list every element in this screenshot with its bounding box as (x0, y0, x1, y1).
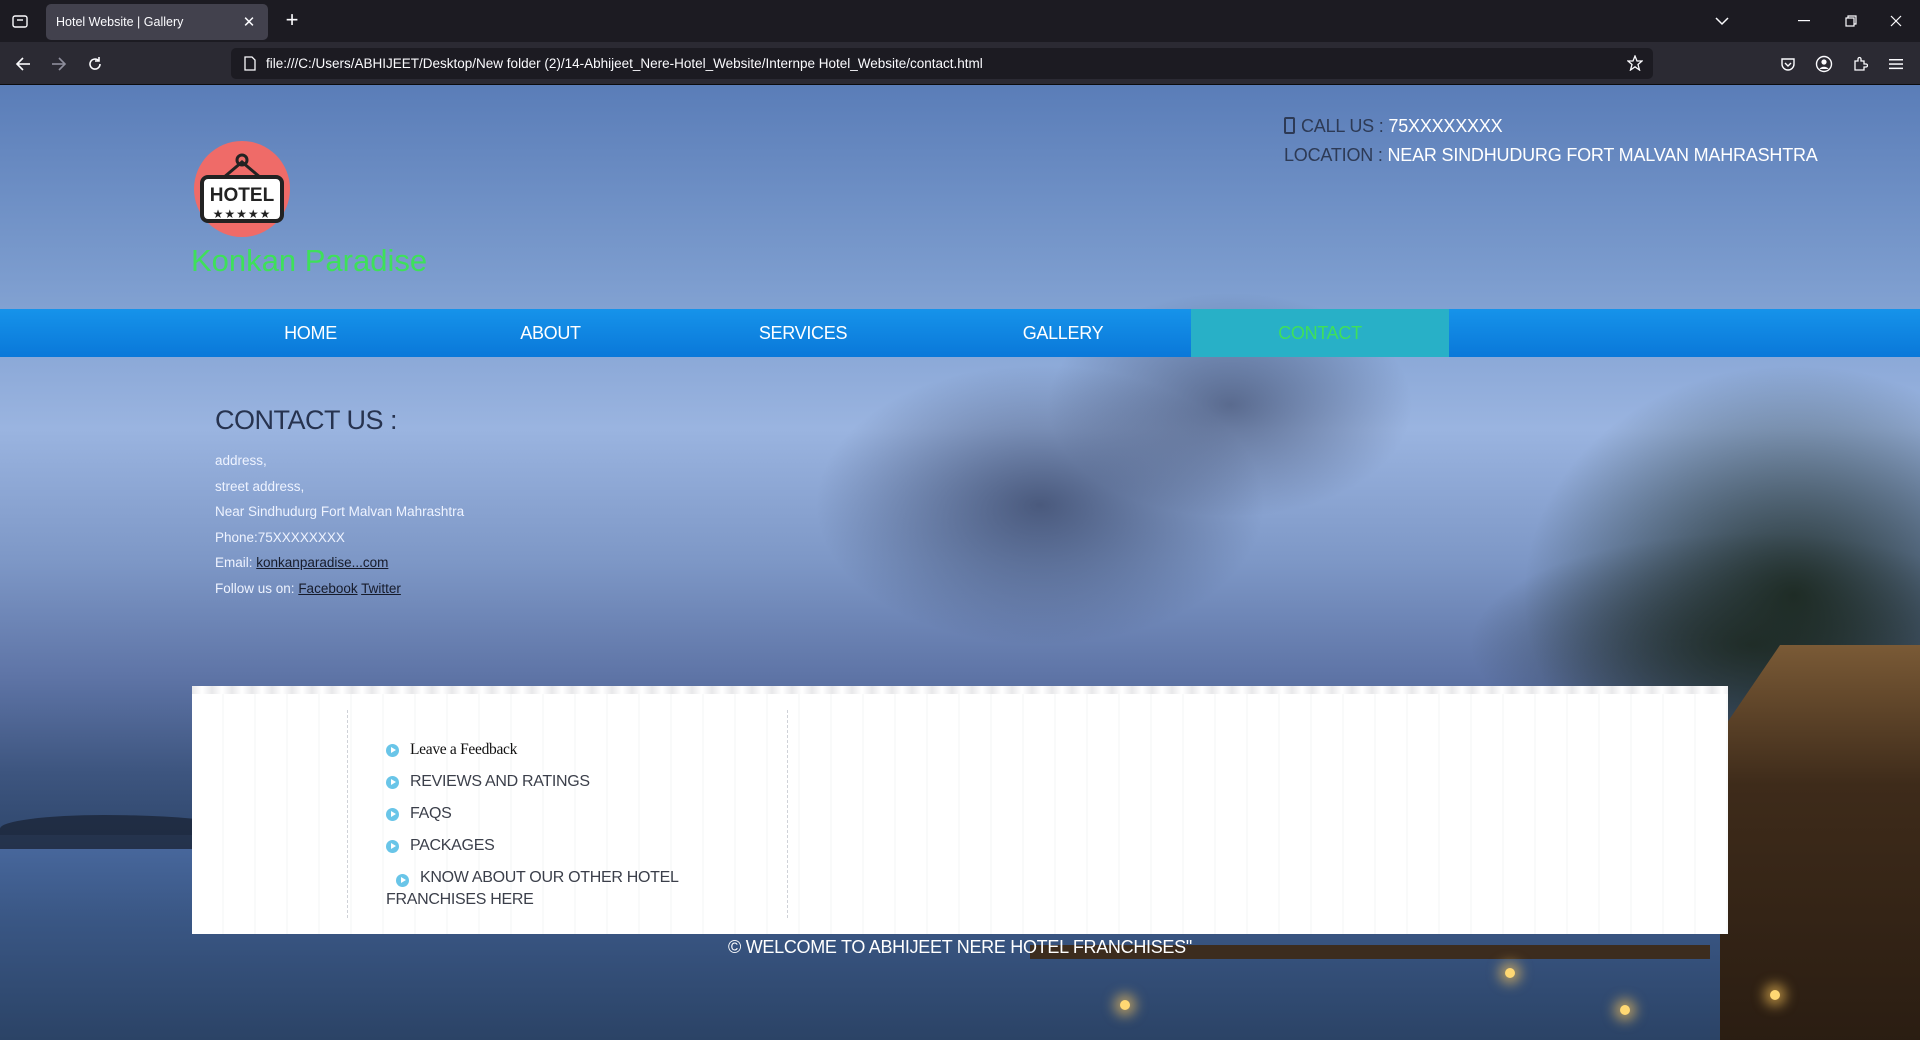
follow-label: Follow us on: (215, 580, 295, 596)
footer-divider (347, 710, 348, 918)
locality-line: Near Sindhudurg Fort Malvan Mahrashtra (215, 504, 465, 519)
bullet-icon (386, 775, 399, 789)
call-us-line: CALL US : 75XXXXXXXX (1284, 112, 1818, 141)
bullet-icon (386, 839, 399, 853)
footer-panel: Leave a Feedback REVIEWS AND RATINGS FAQ… (192, 686, 1728, 934)
faqs-link[interactable]: FAQS (386, 798, 726, 830)
address-line: address, (215, 453, 267, 468)
tab-close-icon[interactable]: ✕ (240, 13, 258, 31)
logo-stars: ★★★★★ (212, 207, 272, 221)
bullet-icon (386, 743, 399, 757)
account-icon[interactable] (1811, 51, 1837, 77)
franchises-link[interactable]: KNOW ABOUT OUR OTHER HOTEL FRANCHISES HE… (386, 867, 726, 911)
call-us-label: CALL US : (1301, 116, 1384, 136)
location-line: LOCATION : NEAR SINDHUDURG FORT MALVAN M… (1284, 141, 1818, 170)
menu-item-contact[interactable]: CONTACT (1191, 309, 1449, 357)
contact-section: CONTACT US : address, street address, Ne… (215, 405, 464, 601)
background-light (1505, 968, 1515, 978)
background-light (1620, 1005, 1630, 1015)
twitter-link[interactable]: Twitter (361, 581, 401, 596)
url-bar[interactable]: file:///C:/Users/ABHIJEET/Desktop/New fo… (231, 48, 1653, 79)
tab-title: Hotel Website | Gallery (56, 15, 184, 29)
feedback-link-label: Leave a Feedback (410, 741, 518, 758)
page-icon (241, 55, 259, 73)
copyright-text: © WELCOME TO ABHIJEET NERE HOTEL FRANCHI… (728, 937, 1192, 957)
menu-item-about[interactable]: ABOUT (430, 309, 671, 357)
menu-item-home[interactable]: HOME (191, 309, 430, 357)
franchises-link-label: KNOW ABOUT OUR OTHER HOTEL FRANCHISES HE… (386, 869, 679, 908)
background-light (1120, 1000, 1130, 1010)
web-page: HOTEL ★★★★★ Konkan Paradise CALL US : 75… (0, 85, 1920, 1040)
footer-links: Leave a Feedback REVIEWS AND RATINGS FAQ… (386, 734, 726, 911)
facebook-link[interactable]: Facebook (298, 581, 357, 596)
browser-tab-bar: Hotel Website | Gallery ✕ + (0, 0, 1920, 42)
bookmark-star-icon[interactable] (1625, 53, 1645, 73)
menu-item-gallery[interactable]: GALLERY (935, 309, 1191, 357)
tab-overflow-chevron-icon[interactable] (1710, 9, 1734, 33)
follow-line: Follow us on: Facebook Twitter (215, 576, 464, 602)
reload-icon[interactable] (82, 51, 108, 77)
footer-divider (787, 710, 788, 918)
minimize-icon[interactable] (1792, 9, 1816, 33)
call-us-value: 75XXXXXXXX (1388, 116, 1503, 136)
menu-item-services[interactable]: SERVICES (671, 309, 935, 357)
reviews-link-label: REVIEWS AND RATINGS (410, 773, 590, 790)
email-line: Email: konkanparadise...com (215, 550, 464, 576)
contact-heading: CONTACT US : (215, 405, 398, 435)
url-text: file:///C:/Users/ABHIJEET/Desktop/New fo… (266, 56, 983, 71)
pocket-icon[interactable] (1775, 51, 1801, 77)
phone-icon (1284, 117, 1295, 134)
background-light (1770, 990, 1780, 1000)
main-menu: HOME ABOUT SERVICES GALLERY CONTACT (0, 309, 1920, 357)
background-hut (1720, 645, 1920, 1040)
tab-list-icon[interactable] (10, 11, 30, 31)
email-label: Email: (215, 555, 253, 570)
logo-text: HOTEL (209, 185, 275, 206)
browser-tab[interactable]: Hotel Website | Gallery ✕ (46, 4, 268, 40)
email-link[interactable]: konkanparadise...com (256, 555, 388, 570)
faqs-link-label: FAQS (410, 805, 452, 822)
reviews-link[interactable]: REVIEWS AND RATINGS (386, 766, 726, 798)
restore-icon[interactable] (1839, 9, 1863, 33)
location-label: LOCATION : (1284, 145, 1383, 165)
bullet-icon (386, 807, 399, 821)
browser-navigation-bar: file:///C:/Users/ABHIJEET/Desktop/New fo… (0, 42, 1920, 85)
header-contact-info: CALL US : 75XXXXXXXX LOCATION : NEAR SIN… (1284, 112, 1818, 170)
menu-hamburger-icon[interactable] (1883, 51, 1909, 77)
packages-link-label: PACKAGES (410, 837, 495, 854)
hotel-logo-icon[interactable]: HOTEL ★★★★★ (193, 140, 291, 238)
brand-name: Konkan Paradise (191, 243, 428, 278)
close-window-icon[interactable] (1884, 9, 1908, 33)
feedback-link[interactable]: Leave a Feedback (386, 734, 726, 766)
location-value: NEAR SINDHUDURG FORT MALVAN MAHRASHTRA (1387, 145, 1818, 165)
back-arrow-icon[interactable] (10, 51, 36, 77)
phone-line: Phone:75XXXXXXXX (215, 529, 345, 545)
forward-arrow-icon[interactable] (46, 51, 72, 77)
packages-link[interactable]: PACKAGES (386, 830, 726, 862)
extensions-icon[interactable] (1847, 51, 1873, 77)
street-address-line: street address, (215, 478, 305, 494)
bullet-icon (396, 873, 409, 887)
new-tab-icon[interactable]: + (280, 9, 304, 33)
